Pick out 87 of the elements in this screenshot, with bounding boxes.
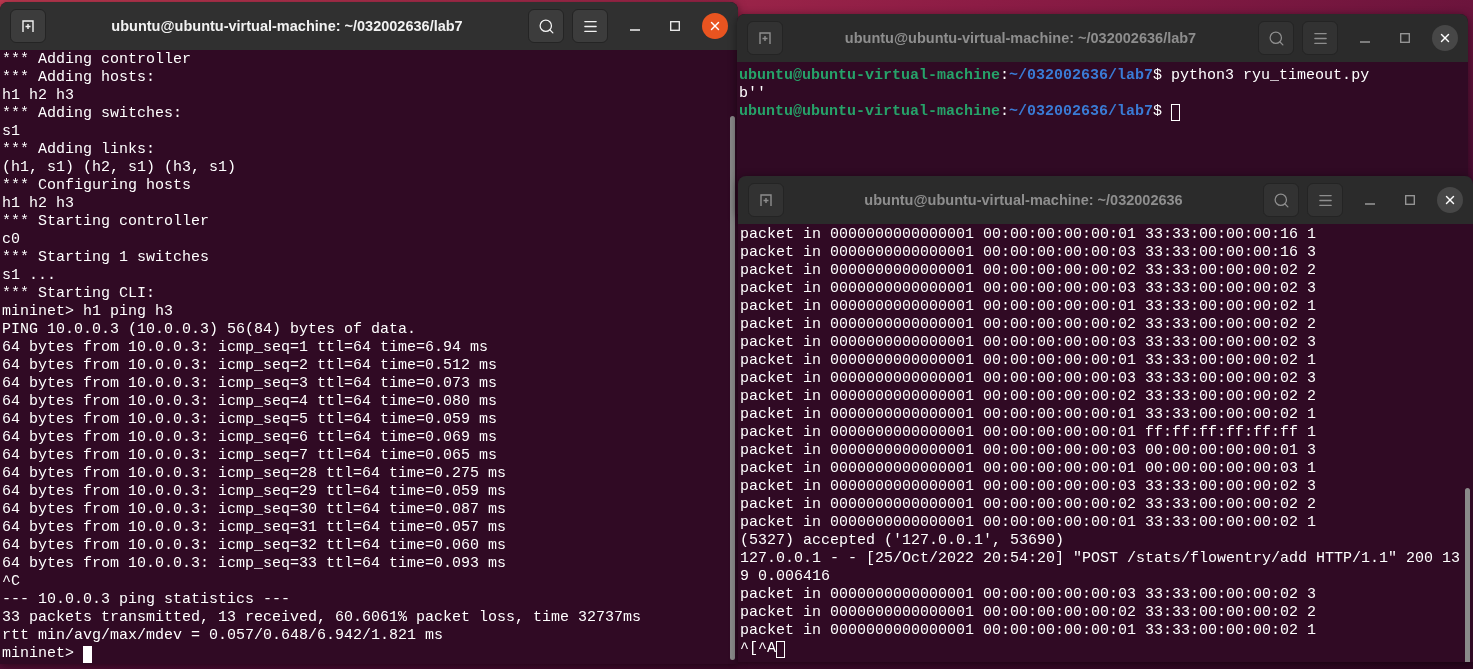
terminal-line: 127.0.0.1 - - [25/Oct/2022 20:54:20] "POST /stats/flowentry/add HTTP/1.1" 200 13 [740, 550, 1461, 568]
terminal-line: packet in 0000000000000001 00:00:00:00:00:02 33:33:00:00:00:02 2 [740, 316, 1317, 334]
terminal-line: 64 bytes from 10.0.0.3: icmp_seq=5 ttl=64 time=0.059 ms [2, 411, 498, 429]
scrollbar[interactable] [730, 116, 735, 660]
terminal-line: 64 bytes from 10.0.0.3: icmp_seq=33 ttl=64 time=0.093 ms [2, 555, 507, 573]
new-tab-button[interactable] [10, 9, 46, 43]
terminal-line: rtt min/avg/max/mdev = 0.057/0.648/6.942/1.821 ms [2, 627, 444, 645]
terminal-line: 64 bytes from 10.0.0.3: icmp_seq=3 ttl=64 time=0.073 ms [2, 375, 498, 393]
terminal-line: 64 bytes from 10.0.0.3: icmp_seq=28 ttl=64 time=0.275 ms [2, 465, 507, 483]
terminal-line: s1 ... [2, 267, 56, 285]
terminal-line: (5327) accepted ('127.0.0.1', 53690) [740, 532, 1065, 550]
search-icon [1272, 191, 1290, 209]
terminal-line: 33 packets transmitted, 13 received, 60.6061% packet loss, time 32737ms [2, 609, 642, 627]
terminal-line: packet in 0000000000000001 00:00:00:00:00:01 ff:ff:ff:ff:ff:ff 1 [740, 424, 1317, 442]
terminal-line: packet in 0000000000000001 00:00:00:00:00:01 33:33:00:00:00:16 1 [740, 226, 1317, 244]
terminal-line: packet in 0000000000000001 00:00:00:00:00:02 33:33:00:00:00:02 2 [740, 388, 1317, 406]
terminal-line: 64 bytes from 10.0.0.3: icmp_seq=4 ttl=64 time=0.080 ms [2, 393, 498, 411]
close-button[interactable] [702, 13, 728, 39]
terminal-line: *** Adding switches: [2, 105, 183, 123]
terminal-line: packet in 0000000000000001 00:00:00:00:00:02 33:33:00:00:00:02 2 [740, 604, 1317, 622]
terminal-line: packet in 0000000000000001 00:00:00:00:00:03 00:00:00:00:00:01 3 [740, 442, 1317, 460]
terminal-line: *** Starting controller [2, 213, 210, 231]
terminal-line: packet in 0000000000000001 00:00:00:00:00:03 33:33:00:00:00:02 3 [740, 334, 1317, 352]
terminal-line: *** Starting CLI: [2, 285, 156, 303]
terminal-line: c0 [2, 231, 20, 249]
terminal-line: h1 h2 h3 [2, 195, 74, 213]
search-icon [537, 17, 555, 35]
terminal-line: *** Adding links: [2, 141, 156, 159]
terminal-line: packet in 0000000000000001 00:00:00:00:00:01 33:33:00:00:00:02 1 [740, 622, 1317, 640]
search-icon [1267, 29, 1285, 47]
close-icon [1443, 193, 1457, 207]
close-icon [708, 19, 722, 33]
scrollbar[interactable] [1465, 488, 1470, 662]
terminal-line: (h1, s1) (h2, s1) (h3, s1) [2, 159, 237, 177]
maximize-icon [670, 21, 680, 31]
new-tab-icon [758, 192, 774, 208]
terminal-line: h1 h2 h3 [2, 87, 74, 105]
terminal-line: ^C [2, 573, 20, 591]
window-title: ubuntu@ubuntu-virtual-machine: ~/032002636/lab7 [843, 30, 1198, 46]
close-button[interactable] [1437, 187, 1463, 213]
terminal-line: 64 bytes from 10.0.0.3: icmp_seq=1 ttl=64 time=6.94 ms [2, 339, 489, 357]
terminal-line: 64 bytes from 10.0.0.3: icmp_seq=31 ttl=64 time=0.057 ms [2, 519, 507, 537]
terminal-line: mininet> [2, 645, 75, 663]
terminal-line: packet in 0000000000000001 00:00:00:00:00:01 33:33:00:00:00:02 1 [740, 298, 1317, 316]
terminal-line: packet in 0000000000000001 00:00:00:00:00:02 33:33:00:00:00:02 2 [740, 262, 1317, 280]
search-button[interactable] [528, 9, 564, 43]
maximize-icon [1400, 33, 1410, 43]
terminal-line: --- 10.0.0.3 ping statistics --- [2, 591, 291, 609]
window-title: ubuntu@ubuntu-virtual-machine: ~/032002636/lab7 [110, 18, 464, 34]
terminal-line: 64 bytes from 10.0.0.3: icmp_seq=32 ttl=64 time=0.060 ms [2, 537, 507, 555]
terminal-line: packet in 0000000000000001 00:00:00:00:00:03 33:33:00:00:00:16 3 [740, 244, 1317, 262]
terminal-line: PING 10.0.0.3 (10.0.0.3) 56(84) bytes of data. [2, 321, 417, 339]
terminal-line: *** Starting 1 switches [2, 249, 210, 267]
terminal-line: 64 bytes from 10.0.0.3: icmp_seq=29 ttl=64 time=0.059 ms [2, 483, 507, 501]
terminal-line: packet in 0000000000000001 00:00:00:00:00:03 33:33:00:00:00:02 3 [740, 370, 1317, 388]
terminal-line: 9 0.006416 [740, 568, 830, 586]
terminal-line: packet in 0000000000000001 00:00:00:00:00:03 33:33:00:00:00:02 3 [740, 586, 1317, 604]
close-button[interactable] [1432, 25, 1458, 51]
terminal-line: 64 bytes from 10.0.0.3: icmp_seq=30 ttl=64 time=0.087 ms [2, 501, 507, 519]
terminal-line: packet in 0000000000000001 00:00:00:00:00:03 33:33:00:00:00:02 3 [740, 280, 1317, 298]
new-tab-icon [20, 18, 36, 34]
terminal-line: *** Configuring hosts [2, 177, 192, 195]
terminal-line: packet in 0000000000000001 00:00:00:00:00:01 33:33:00:00:00:02 1 [740, 352, 1317, 370]
close-icon [1438, 31, 1452, 45]
terminal-line: mininet> h1 ping h3 [2, 303, 174, 321]
terminal-line: packet in 0000000000000001 00:00:00:00:00:01 00:00:00:00:00:03 1 [740, 460, 1317, 478]
terminal-line: *** Adding hosts: [2, 69, 156, 87]
terminal-line: ^[^A [740, 640, 776, 658]
minimize-icon [1365, 203, 1375, 205]
prompt-line: ubuntu@ubuntu-virtual-machine:~/032002636/lab7$ python3 ryu_timeout.py [739, 67, 1370, 85]
terminal-line: 64 bytes from 10.0.0.3: icmp_seq=7 ttl=64 time=0.065 ms [2, 447, 498, 465]
menu-button[interactable] [572, 9, 608, 43]
terminal-line: packet in 0000000000000001 00:00:00:00:00:02 33:33:00:00:00:02 2 [740, 496, 1317, 514]
maximize-icon [1405, 195, 1415, 205]
terminal-line: 64 bytes from 10.0.0.3: icmp_seq=6 ttl=64 time=0.069 ms [2, 429, 498, 447]
terminal-line: *** Adding controller [2, 51, 192, 69]
prompt-line: ubuntu@ubuntu-virtual-machine:~/032002636/lab7$ [739, 103, 1164, 121]
window-title: ubuntu@ubuntu-virtual-machine: ~/032002636 [863, 192, 1184, 208]
terminal-line: packet in 0000000000000001 00:00:00:00:00:01 33:33:00:00:00:02 1 [740, 406, 1317, 424]
terminal-line: packet in 0000000000000001 00:00:00:00:00:01 33:33:00:00:00:02 1 [740, 514, 1317, 532]
terminal-line: s1 [2, 123, 20, 141]
terminal-line: b'' [739, 85, 766, 103]
minimize-icon [1360, 41, 1370, 43]
minimize-icon [630, 29, 640, 31]
new-tab-icon [757, 30, 773, 46]
terminal-line: 64 bytes from 10.0.0.3: icmp_seq=2 ttl=64 time=0.512 ms [2, 357, 498, 375]
terminal-line: packet in 0000000000000001 00:00:00:00:00:03 33:33:00:00:00:02 3 [740, 478, 1317, 496]
